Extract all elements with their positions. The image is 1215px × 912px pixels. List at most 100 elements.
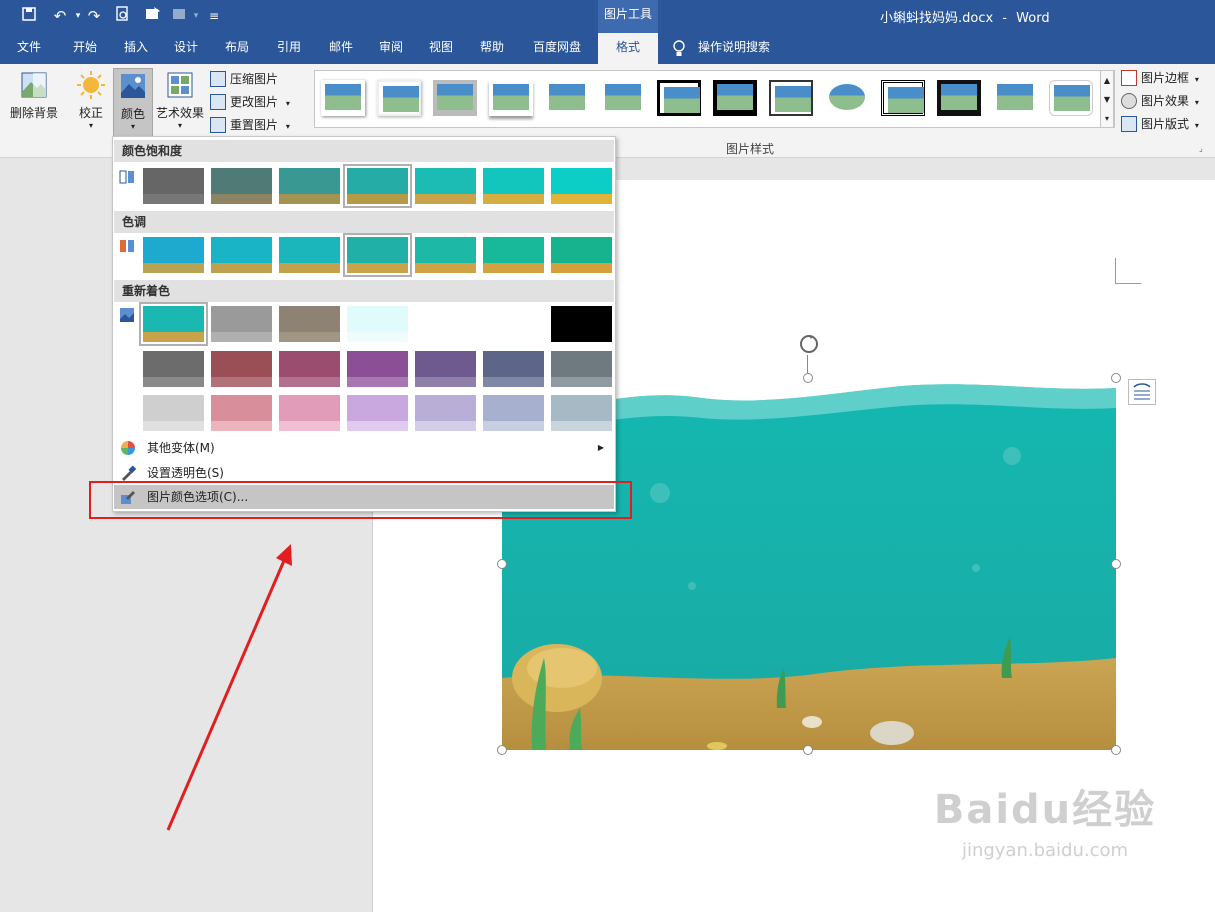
tab-mailings[interactable]: 邮件 xyxy=(318,33,364,64)
color-variant-thumbnail[interactable] xyxy=(415,395,476,431)
picture-effects-button[interactable]: 图片效果 ▾ xyxy=(1121,90,1211,112)
customize-qat-icon[interactable]: ≡ xyxy=(204,6,224,26)
annotation-arrow xyxy=(160,538,300,838)
picture-style-6[interactable] xyxy=(601,80,645,116)
color-variant-thumbnail[interactable] xyxy=(551,237,612,273)
resize-handle-sw[interactable] xyxy=(497,745,507,755)
color-variant-thumbnail[interactable] xyxy=(211,351,272,387)
dialog-launcher-icon[interactable]: ⌟ xyxy=(1199,144,1203,153)
picture-style-7[interactable] xyxy=(657,80,701,116)
picture-style-11[interactable] xyxy=(881,80,925,116)
color-variant-thumbnail[interactable] xyxy=(279,395,340,431)
gallery-scroll[interactable]: ▲ ▼ ▾ xyxy=(1100,70,1114,128)
color-variant-thumbnail[interactable] xyxy=(347,351,408,387)
resize-handle-e[interactable] xyxy=(1111,559,1121,569)
color-variant-thumbnail[interactable] xyxy=(139,302,208,346)
print-preview-icon[interactable] xyxy=(112,6,132,26)
color-variant-thumbnail[interactable] xyxy=(415,306,476,342)
resize-handle-w[interactable] xyxy=(497,559,507,569)
color-variant-thumbnail[interactable] xyxy=(347,395,408,431)
save-icon[interactable] xyxy=(19,6,39,26)
scroll-up-icon[interactable]: ▲ xyxy=(1101,71,1113,90)
color-variant-thumbnail[interactable] xyxy=(211,168,272,204)
tab-design[interactable]: 设计 xyxy=(163,33,209,64)
corrections-button[interactable]: 校正 ▾ xyxy=(72,68,110,138)
color-variant-thumbnail[interactable] xyxy=(415,168,476,204)
tab-file[interactable]: 文件 xyxy=(6,33,52,64)
picture-effects-icon xyxy=(1121,93,1137,109)
color-variant-thumbnail[interactable] xyxy=(483,395,544,431)
color-variant-thumbnail[interactable] xyxy=(143,168,204,204)
tell-me-search[interactable]: 操作说明搜索 xyxy=(694,33,774,64)
color-variant-thumbnail[interactable] xyxy=(415,237,476,273)
tab-format[interactable]: 格式 xyxy=(598,33,658,64)
color-variant-thumbnail[interactable] xyxy=(347,306,408,342)
remove-background-button[interactable]: 删除背景 xyxy=(6,68,62,138)
picture-border-button[interactable]: 图片边框 ▾ xyxy=(1121,67,1211,89)
color-variant-thumbnail[interactable] xyxy=(279,168,340,204)
color-variant-thumbnail[interactable] xyxy=(483,168,544,204)
color-variant-thumbnail[interactable] xyxy=(551,395,612,431)
resize-handle-se[interactable] xyxy=(1111,745,1121,755)
color-variant-thumbnail[interactable] xyxy=(551,306,612,342)
reset-picture-button[interactable]: 重置图片 ▾ xyxy=(210,114,300,136)
qat-dropdown-icon[interactable]: ▾ xyxy=(186,6,206,26)
variant-preview xyxy=(143,395,204,431)
picture-style-5[interactable] xyxy=(545,80,589,116)
color-variant-thumbnail[interactable] xyxy=(551,168,612,204)
color-variant-thumbnail[interactable] xyxy=(211,395,272,431)
tab-home[interactable]: 开始 xyxy=(62,33,108,64)
picture-style-12[interactable] xyxy=(937,80,981,116)
tab-help[interactable]: 帮助 xyxy=(469,33,515,64)
resize-handle-ne[interactable] xyxy=(1111,373,1121,383)
scroll-down-icon[interactable]: ▼ xyxy=(1101,90,1113,109)
color-variant-thumbnail[interactable] xyxy=(279,351,340,387)
picture-style-9[interactable] xyxy=(769,80,813,116)
color-variant-thumbnail[interactable] xyxy=(143,237,204,273)
picture-style-10[interactable] xyxy=(825,80,869,116)
tab-insert[interactable]: 插入 xyxy=(113,33,159,64)
color-variant-thumbnail[interactable] xyxy=(211,237,272,273)
tab-view[interactable]: 视图 xyxy=(418,33,464,64)
tab-review[interactable]: 审阅 xyxy=(368,33,414,64)
change-picture-button[interactable]: 更改图片 ▾ xyxy=(210,91,300,113)
picture-style-13[interactable] xyxy=(993,80,1037,116)
redo-icon[interactable]: ↷ xyxy=(84,6,104,26)
variant-preview xyxy=(211,351,272,387)
style-thumbnail xyxy=(775,86,811,112)
color-variant-thumbnail[interactable] xyxy=(483,306,544,342)
color-variant-thumbnail[interactable] xyxy=(343,233,412,277)
picture-style-14[interactable] xyxy=(1049,80,1093,116)
picture-layout-button[interactable]: 图片版式 ▾ xyxy=(1121,113,1211,135)
color-variant-thumbnail[interactable] xyxy=(211,306,272,342)
touch-mode-icon[interactable] xyxy=(143,6,163,26)
gallery-more-icon[interactable]: ▾ xyxy=(1101,109,1113,128)
color-variant-thumbnail[interactable] xyxy=(143,395,204,431)
compress-pictures-button[interactable]: 压缩图片 xyxy=(210,68,290,90)
picture-style-1[interactable] xyxy=(321,80,365,116)
color-variant-thumbnail[interactable] xyxy=(279,237,340,273)
picture-style-4[interactable] xyxy=(489,80,533,116)
more-variations-item[interactable]: 其他变体(M) ▶ xyxy=(114,436,614,460)
color-variant-thumbnail[interactable] xyxy=(551,351,612,387)
rotate-handle-icon[interactable] xyxy=(798,333,820,355)
color-variant-thumbnail[interactable] xyxy=(279,306,340,342)
artistic-effects-button[interactable]: 艺术效果 ▾ xyxy=(154,68,206,138)
color-variant-thumbnail[interactable] xyxy=(343,164,412,208)
picture-style-3[interactable] xyxy=(433,80,477,116)
resize-handle-s[interactable] xyxy=(803,745,813,755)
undo-icon[interactable]: ↶ xyxy=(50,6,70,26)
color-variant-thumbnail[interactable] xyxy=(483,351,544,387)
tab-layout[interactable]: 布局 xyxy=(214,33,260,64)
tab-references[interactable]: 引用 xyxy=(266,33,312,64)
picture-style-2[interactable] xyxy=(377,80,421,116)
tab-baidu-netdisk[interactable]: 百度网盘 xyxy=(524,33,590,64)
color-variant-thumbnail[interactable] xyxy=(143,351,204,387)
color-variant-thumbnail[interactable] xyxy=(483,237,544,273)
color-button[interactable]: 颜色 ▾ xyxy=(113,68,153,138)
color-variant-thumbnail[interactable] xyxy=(415,351,476,387)
more-variations-label: 其他变体(M) xyxy=(147,441,215,455)
picture-style-8[interactable] xyxy=(713,80,757,116)
layout-options-icon[interactable] xyxy=(1128,379,1156,405)
resize-handle-n[interactable] xyxy=(803,373,813,383)
